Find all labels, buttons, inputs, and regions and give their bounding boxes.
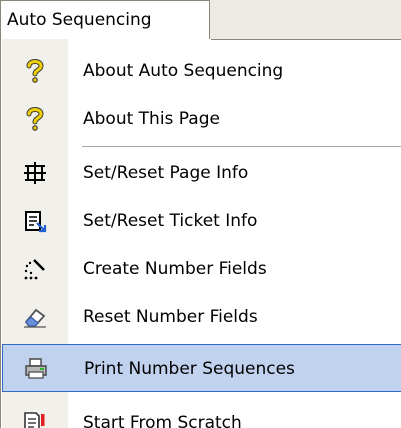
menu-item-print-number-sequences[interactable]: Print Number Sequences — [2, 344, 401, 392]
wand-icon — [2, 245, 68, 293]
menu-item-label: Set/Reset Ticket Info — [83, 211, 258, 231]
menu-item-label: Set/Reset Page Info — [83, 163, 249, 183]
menu-item-set-reset-ticket-info[interactable]: Set/Reset Ticket Info — [2, 197, 401, 245]
menu-item-label: Print Number Sequences — [84, 359, 295, 379]
menu-item-label: About Auto Sequencing — [83, 61, 284, 81]
ticket-export-icon — [2, 197, 68, 245]
dropdown-menu: About Auto Sequencing About This Page Se… — [0, 39, 401, 428]
menu-item-about-this-page[interactable]: About This Page — [2, 95, 401, 143]
menu-item-label: Start From Scratch — [83, 413, 242, 428]
app-root: Auto Sequencing About Auto Sequencing Ab… — [0, 0, 401, 428]
question-mark-icon — [2, 95, 68, 143]
eraser-icon — [2, 293, 68, 341]
menu-separator — [82, 146, 401, 147]
menu-item-set-reset-page-info[interactable]: Set/Reset Page Info — [2, 149, 401, 197]
menu-item-about-auto-sequencing[interactable]: About Auto Sequencing — [2, 47, 401, 95]
menu-top-border — [211, 39, 401, 40]
menu-item-start-from-scratch[interactable]: Start From Scratch — [2, 399, 401, 428]
menu-item-reset-number-fields[interactable]: Reset Number Fields — [2, 293, 401, 341]
menu-item-label: Create Number Fields — [83, 259, 267, 279]
menu-item-label: About This Page — [83, 109, 220, 129]
menu-item-create-number-fields[interactable]: Create Number Fields — [2, 245, 401, 293]
document-alert-icon — [2, 399, 68, 428]
menu-item-label: Reset Number Fields — [83, 307, 258, 327]
question-mark-icon — [2, 47, 68, 95]
menu-title-auto-sequencing[interactable]: Auto Sequencing — [0, 0, 210, 39]
page-frame-icon — [2, 149, 68, 197]
menu-bar: Auto Sequencing — [0, 0, 401, 40]
printer-icon — [3, 345, 69, 393]
